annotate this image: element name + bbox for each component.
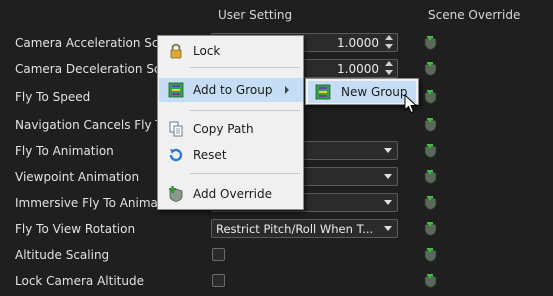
scene-override-header: Scene Override (428, 8, 521, 22)
override-icon[interactable] (424, 274, 437, 288)
menu-item-label: Add Override (193, 187, 272, 201)
override-icon[interactable] (424, 62, 437, 76)
spinner-value: 1.0000 (337, 36, 379, 50)
menu-item-lock[interactable]: Lock (159, 39, 303, 63)
menu-item-reset[interactable]: Reset (159, 143, 303, 167)
row-label: Altitude Scaling (15, 248, 110, 262)
row-label: Fly To Speed (15, 90, 91, 104)
spinner-value: 1.0000 (337, 62, 379, 76)
override-icon[interactable] (424, 170, 437, 184)
chevron-right-icon (285, 86, 289, 94)
add-to-group-submenu: New Group (305, 78, 419, 105)
menu-item-label: Lock (193, 44, 221, 58)
chevron-down-icon[interactable] (384, 148, 392, 153)
override-icon[interactable] (424, 118, 437, 132)
menu-item-add-to-group[interactable]: Add to Group (159, 78, 303, 102)
add-override-icon (169, 186, 183, 202)
row-label: Fly To Animation (15, 144, 114, 158)
mouse-cursor-icon (404, 94, 418, 114)
menu-separator (190, 67, 300, 68)
chevron-down-icon[interactable] (384, 226, 392, 231)
override-icon[interactable] (424, 196, 437, 210)
override-icon[interactable] (424, 248, 437, 262)
user-setting-header: User Setting (218, 8, 293, 22)
lock-camera-altitude-checkbox[interactable] (212, 274, 225, 287)
override-icon[interactable] (424, 36, 437, 50)
menu-separator (190, 173, 300, 174)
menu-item-label: New Group (341, 85, 408, 99)
chevron-down-icon[interactable] (384, 174, 392, 179)
fly-to-view-rotation-dropdown[interactable]: Restrict Pitch/Roll When T... (211, 219, 398, 238)
menu-item-add-override[interactable]: Add Override (159, 182, 303, 206)
row-label: Immersive Fly To Animation (15, 196, 175, 210)
spinner-arrows-icon[interactable] (384, 35, 394, 50)
altitude-scaling-checkbox[interactable] (212, 248, 225, 261)
menu-item-label: Add to Group (193, 83, 273, 97)
spinner-arrows-icon[interactable] (384, 61, 394, 76)
lock-icon (170, 43, 182, 59)
reset-icon (169, 148, 183, 162)
row-label: Viewpoint Animation (15, 170, 140, 184)
menu-item-label: Reset (193, 148, 227, 162)
override-icon[interactable] (424, 90, 437, 104)
group-icon (315, 84, 331, 100)
row-label: Fly To View Rotation (15, 222, 136, 236)
row-label: Camera Deceleration Scale (15, 62, 175, 76)
override-icon[interactable] (424, 144, 437, 158)
context-menu: Lock Add to Group Copy Path Reset Add Ov… (157, 35, 304, 210)
setting-row-altitude-scaling: Altitude Scaling (0, 243, 553, 269)
chevron-down-icon[interactable] (384, 200, 392, 205)
menu-separator (190, 110, 300, 111)
menu-item-copy-path[interactable]: Copy Path (159, 117, 303, 141)
menu-item-new-group[interactable]: New Group (308, 81, 416, 103)
group-icon (168, 82, 184, 98)
row-label: Navigation Cancels Fly To (15, 118, 169, 132)
copy-icon (169, 121, 183, 137)
row-label: Camera Acceleration Scale (15, 36, 175, 50)
setting-row-lock-camera-altitude: Lock Camera Altitude (0, 269, 553, 295)
dropdown-value: Restrict Pitch/Roll When T... (216, 222, 374, 236)
setting-row-fly-to-view-rotation: Fly To View Rotation Restrict Pitch/Roll… (0, 217, 553, 243)
menu-item-label: Copy Path (193, 122, 254, 136)
row-label: Lock Camera Altitude (15, 274, 144, 288)
override-icon[interactable] (424, 222, 437, 236)
